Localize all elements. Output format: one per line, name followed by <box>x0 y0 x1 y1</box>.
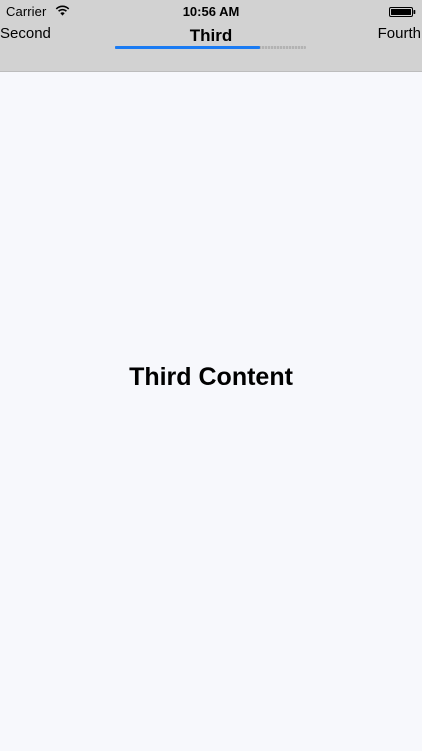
tab-third[interactable]: Third <box>0 26 422 46</box>
page-content: Third Content <box>0 72 422 751</box>
page-indicator-fill <box>115 46 261 49</box>
tab-fourth[interactable]: Fourth <box>378 25 421 43</box>
battery-icon <box>389 7 416 17</box>
pager-tab-strip: Second Third Fourth <box>0 22 422 72</box>
status-time: 10:56 AM <box>182 4 240 19</box>
page-indicator-track <box>115 46 306 49</box>
content-title: Third Content <box>129 363 293 391</box>
status-bar: Carrier 10:56 AM <box>0 0 422 22</box>
top-bar: Carrier 10:56 AM Second Third Fourth <box>0 0 422 72</box>
